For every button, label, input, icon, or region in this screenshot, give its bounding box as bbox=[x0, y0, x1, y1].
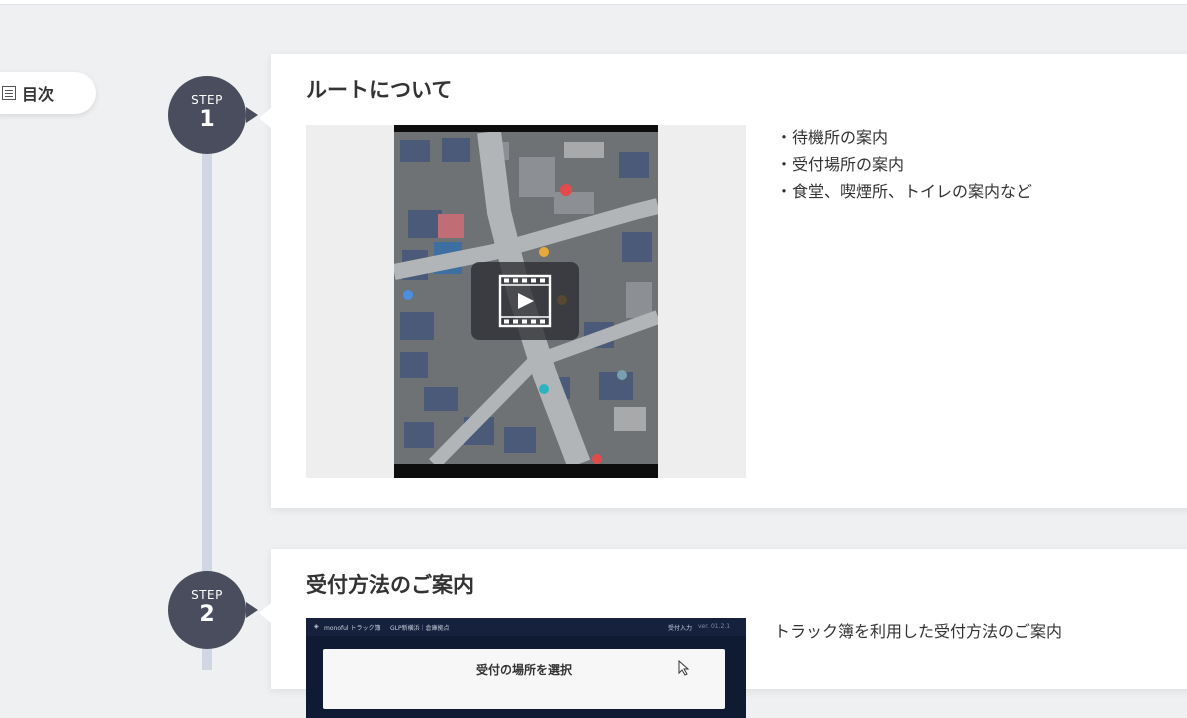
film-play-icon bbox=[498, 274, 552, 328]
toc-button[interactable]: 目次 bbox=[0, 72, 96, 114]
step-label: STEP bbox=[191, 93, 223, 107]
reception-video[interactable]: ◈ monoful トラック簿 GLP新横浜｜倉庫拠点 受付入力 ver. 01… bbox=[306, 618, 746, 718]
app-logo-icon: ◈ bbox=[314, 623, 319, 630]
list-item: 受付場所の案内 bbox=[776, 151, 1032, 178]
list-icon bbox=[2, 86, 16, 100]
step-2-card: 受付方法のご案内 ◈ monoful トラック簿 GLP新横浜｜倉庫拠点 受付入… bbox=[259, 549, 1187, 718]
step-2-badge: STEP 2 bbox=[168, 571, 258, 649]
step-1-badge: STEP 1 bbox=[168, 76, 258, 154]
step-1-card: ルートについて ・ 待機所の案内 ・ 受付場所の案内 ・ 食堂、喫煙所、トイレの… bbox=[259, 54, 1187, 508]
panel-title: 受付の場所を選択 bbox=[475, 663, 572, 677]
cursor-icon bbox=[678, 660, 690, 676]
step-label: STEP bbox=[191, 588, 223, 602]
step-title: 受付方法のご案内 bbox=[306, 573, 474, 597]
step-1-bullet-list: 待機所の案内 受付場所の案内 食堂、喫煙所、トイレの案内など bbox=[776, 124, 1032, 205]
location-name: GLP新横浜｜倉庫拠点 bbox=[390, 625, 450, 632]
list-item: 待機所の案内 bbox=[776, 124, 1032, 151]
app-header-bar: ◈ monoful トラック簿 GLP新横浜｜倉庫拠点 受付入力 ver. 01… bbox=[306, 618, 746, 636]
toc-label: 目次 bbox=[22, 85, 55, 104]
app-name: monoful トラック簿 bbox=[324, 625, 381, 632]
step-title: ルートについて bbox=[306, 78, 453, 102]
play-button[interactable] bbox=[471, 262, 579, 340]
menu-label: 受付入力 bbox=[668, 625, 693, 632]
video-panel: 受付の場所を選択 bbox=[323, 649, 725, 709]
version-label: ver. 01.2.1 bbox=[698, 623, 731, 630]
top-border bbox=[0, 0, 1187, 5]
route-video[interactable] bbox=[306, 125, 746, 478]
list-item: 食堂、喫煙所、トイレの案内など bbox=[776, 178, 1032, 205]
step-2-description: トラック簿を利用した受付方法のご案内 bbox=[774, 622, 1063, 641]
step-number: 1 bbox=[199, 107, 215, 132]
step-number: 2 bbox=[199, 602, 215, 627]
